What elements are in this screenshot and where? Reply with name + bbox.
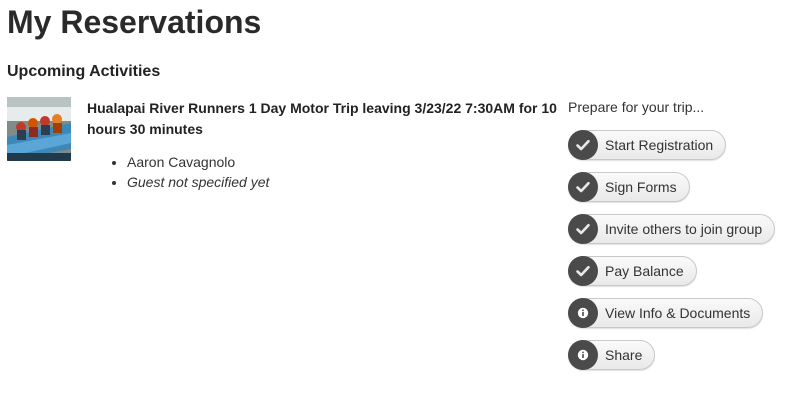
view-info-documents-button[interactable]: View Info & Documents: [568, 297, 764, 328]
guest-item: Aaron Cavagnolo: [127, 152, 269, 172]
action-list: Start Registration Sign Forms Invite oth…: [568, 129, 776, 382]
button-label: View Info & Documents: [605, 305, 751, 321]
button-label: Invite others to join group: [605, 221, 763, 237]
button-label: Pay Balance: [605, 263, 684, 279]
prepare-label: Prepare for your trip...: [568, 99, 705, 115]
checkmark-icon: [568, 129, 598, 160]
reservations-page: My Reservations Upcoming Activities Hual…: [0, 0, 793, 401]
share-button[interactable]: Share: [568, 339, 656, 370]
guest-list: Aaron Cavagnolo Guest not specified yet: [87, 152, 269, 192]
sign-forms-button[interactable]: Sign Forms: [568, 171, 690, 202]
info-icon: [568, 297, 598, 328]
start-registration-button[interactable]: Start Registration: [568, 129, 727, 160]
checkmark-icon: [568, 171, 598, 202]
page-title: My Reservations: [7, 4, 262, 40]
checkmark-icon: [568, 255, 598, 286]
button-label: Sign Forms: [605, 179, 677, 195]
checkmark-icon: [568, 213, 598, 244]
button-label: Share: [605, 347, 643, 363]
section-title: Upcoming Activities: [7, 63, 161, 80]
guest-item-unspecified: Guest not specified yet: [127, 172, 269, 192]
activity-title[interactable]: Hualapai River Runners 1 Day Motor Trip …: [87, 98, 562, 140]
activity-thumbnail[interactable]: [7, 97, 71, 161]
river-rafting-photo: [7, 97, 71, 161]
info-icon: [568, 339, 598, 370]
invite-others-button[interactable]: Invite others to join group: [568, 213, 776, 244]
button-label: Start Registration: [605, 137, 714, 153]
pay-balance-button[interactable]: Pay Balance: [568, 255, 697, 286]
